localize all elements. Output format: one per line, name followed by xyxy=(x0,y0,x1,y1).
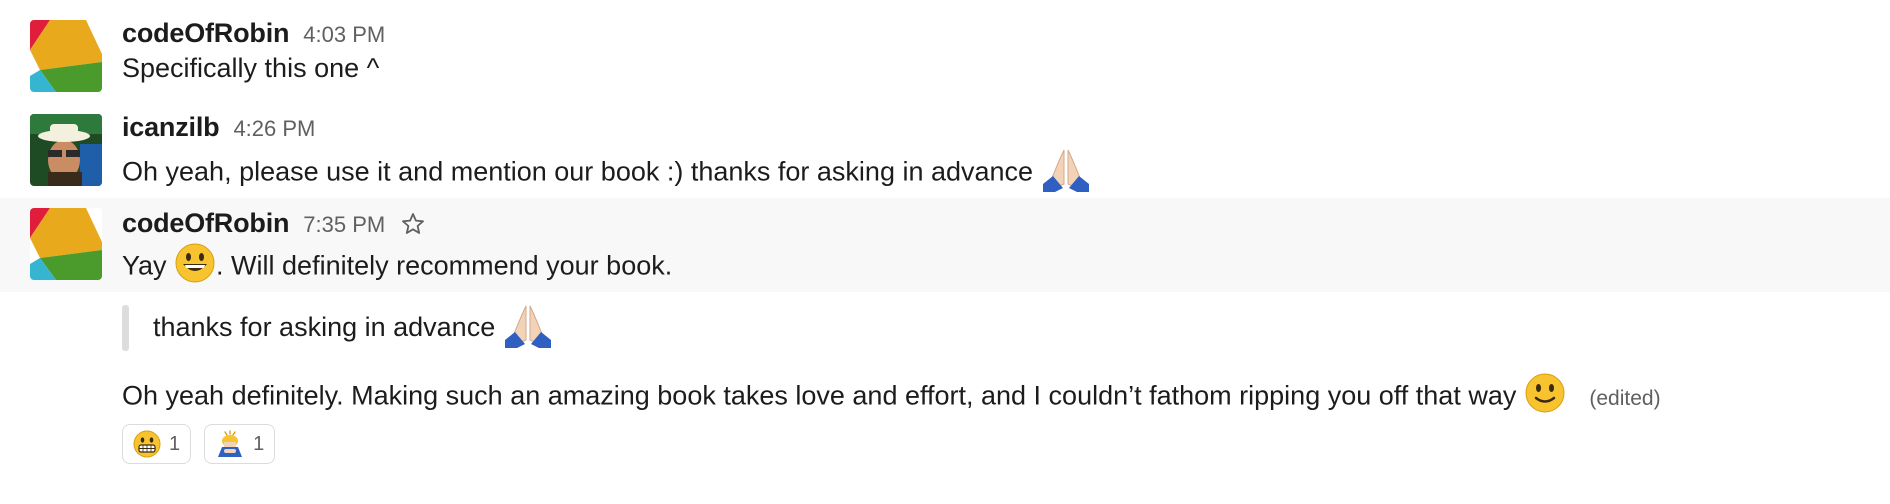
quote-text: thanks for asking in advance xyxy=(153,312,496,342)
folded-hands-icon xyxy=(503,302,553,353)
followup-message: Oh yeah definitely. Making such an amazi… xyxy=(122,372,1661,423)
avatar-icanzilb[interactable] xyxy=(30,114,102,186)
message-text-continued: . Will definitely recommend your book. xyxy=(216,250,673,281)
grinning-face-icon xyxy=(174,242,216,293)
message-text: Oh yeah, please use it and mention our b… xyxy=(122,156,1034,187)
reactions-bar: 1 1 xyxy=(122,424,276,464)
reaction-grimacing[interactable]: 1 xyxy=(122,424,192,464)
quote-bar xyxy=(122,304,129,351)
message-item-hovered[interactable]: codeOfRobin 7:35 PM Yay . Will definitel… xyxy=(0,198,1890,292)
message-feed: codeOfRobin 4:03 PM Specifically this on… xyxy=(0,0,1890,504)
timestamp[interactable]: 4:03 PM xyxy=(303,22,385,48)
avatar-codeofrobin[interactable] xyxy=(30,208,102,280)
quote-block: thanks for asking in advance xyxy=(122,302,553,353)
message-item: icanzilb 4:26 PM Oh yeah, please use it … xyxy=(0,104,1890,194)
timestamp[interactable]: 7:35 PM xyxy=(303,212,385,238)
message-text: Specifically this one ^ xyxy=(122,53,380,83)
person-bowing-icon xyxy=(215,430,245,458)
author-name[interactable]: codeOfRobin xyxy=(122,18,289,49)
reaction-count: 1 xyxy=(253,432,265,455)
message-text: Yay xyxy=(122,250,167,281)
grimacing-face-icon xyxy=(133,430,161,458)
author-name[interactable]: icanzilb xyxy=(122,112,220,143)
message-text: Oh yeah definitely. Making such an amazi… xyxy=(122,380,1517,411)
reaction-bowing[interactable]: 1 xyxy=(204,424,276,464)
folded-hands-icon xyxy=(1041,146,1091,201)
timestamp[interactable]: 4:26 PM xyxy=(233,116,315,142)
avatar-codeofrobin[interactable] xyxy=(30,20,102,92)
star-icon[interactable] xyxy=(401,212,425,236)
slightly-smiling-face-icon xyxy=(1524,372,1566,423)
author-name[interactable]: codeOfRobin xyxy=(122,208,289,239)
edited-label: (edited) xyxy=(1589,386,1661,410)
reaction-count: 1 xyxy=(169,432,181,455)
message-item: codeOfRobin 4:03 PM Specifically this on… xyxy=(0,10,1890,94)
